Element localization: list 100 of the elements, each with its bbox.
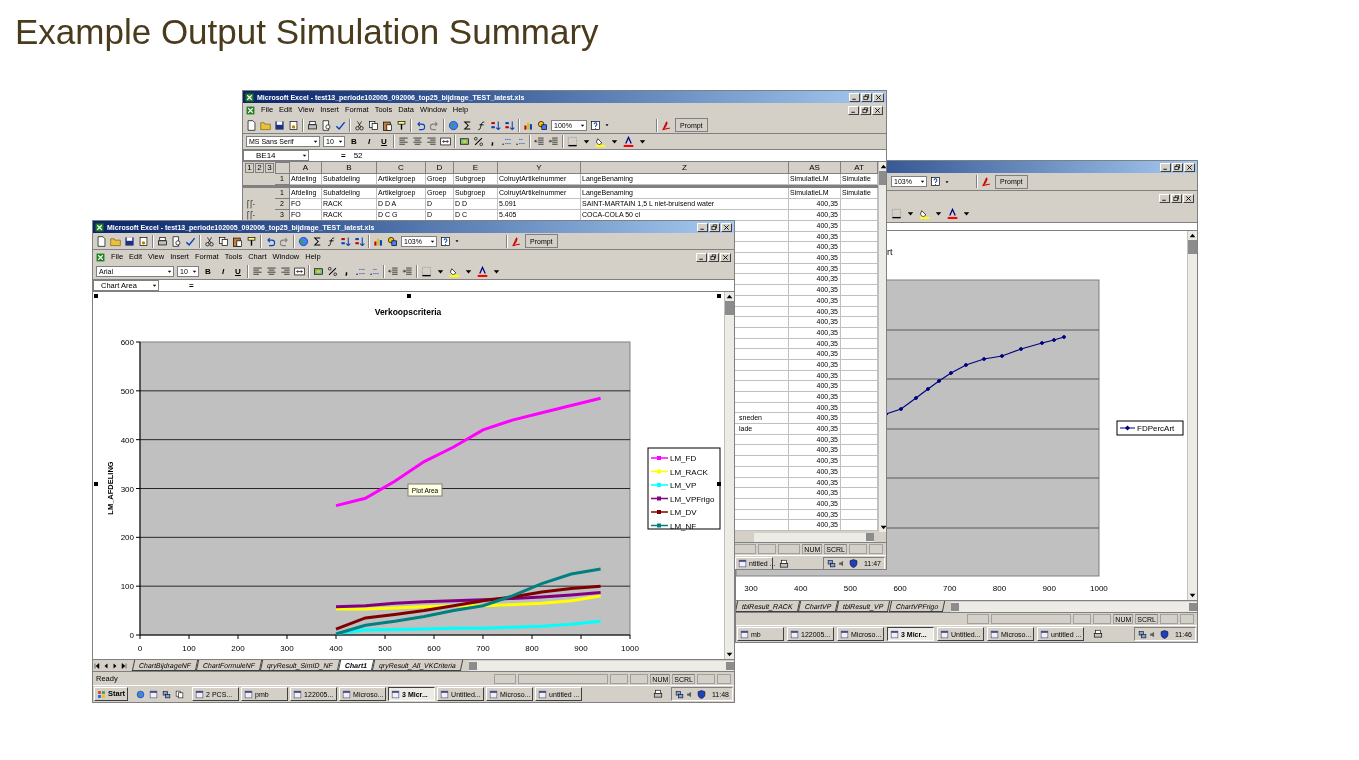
- scrollbar-thumb[interactable]: [866, 533, 874, 541]
- minimize-button[interactable]: [696, 252, 707, 262]
- swoosh-icon[interactable]: [981, 176, 992, 187]
- column-header[interactable]: AS: [789, 162, 841, 174]
- align-right-icon[interactable]: [426, 136, 437, 147]
- restore-button[interactable]: [1171, 193, 1182, 203]
- shield-icon[interactable]: [697, 689, 706, 699]
- fill-color-icon[interactable]: [449, 266, 460, 277]
- help-icon[interactable]: [590, 119, 601, 131]
- font-color-icon[interactable]: [477, 266, 488, 277]
- selection-handle[interactable]: [94, 482, 98, 486]
- increase-indent-icon[interactable]: [548, 136, 559, 147]
- font-color-icon[interactable]: [947, 208, 958, 219]
- font-color-icon[interactable]: [623, 136, 634, 147]
- currency-icon[interactable]: [313, 266, 324, 277]
- merge-icon[interactable]: [294, 266, 305, 277]
- globe-icon[interactable]: [136, 689, 146, 699]
- minimize-button[interactable]: [848, 105, 859, 115]
- swoosh-icon[interactable]: [661, 119, 672, 131]
- help-icon[interactable]: [440, 235, 451, 247]
- select-all-corner[interactable]: [275, 162, 290, 174]
- fill-color-icon[interactable]: [919, 208, 930, 219]
- network-icon[interactable]: [675, 689, 684, 699]
- program-icon[interactable]: [149, 689, 159, 699]
- align-left-icon[interactable]: [398, 136, 409, 147]
- horizontal-scrollbar[interactable]: [950, 601, 1197, 612]
- minimize-button[interactable]: [697, 222, 708, 232]
- restore-button[interactable]: [861, 92, 872, 102]
- copy-icon[interactable]: [368, 119, 379, 131]
- print-icon[interactable]: [157, 235, 168, 247]
- column-header[interactable]: B: [322, 162, 377, 174]
- spelling-icon[interactable]: [185, 235, 196, 247]
- scrollbar-thumb[interactable]: [469, 661, 478, 670]
- copy-icon[interactable]: [218, 235, 229, 247]
- globe-icon[interactable]: [448, 119, 459, 131]
- undo-icon[interactable]: [265, 235, 276, 247]
- borders-icon[interactable]: [421, 266, 432, 277]
- column-header[interactable]: Y: [498, 162, 581, 174]
- sort-ascending-icon[interactable]: [340, 235, 351, 247]
- minimize-button[interactable]: [1160, 162, 1171, 172]
- printer-icon[interactable]: [1093, 629, 1103, 639]
- horizontal-scrollbar[interactable]: [754, 532, 874, 542]
- network-icon[interactable]: [162, 689, 172, 699]
- selection-handle[interactable]: [407, 294, 411, 298]
- column-header[interactable]: D: [426, 162, 454, 174]
- align-left-icon[interactable]: [252, 266, 263, 277]
- bold-button[interactable]: B: [202, 265, 214, 278]
- scrollbar-thumb[interactable]: [1189, 602, 1197, 611]
- shield-icon[interactable]: [849, 559, 858, 568]
- align-center-icon[interactable]: [412, 136, 423, 147]
- first-icon[interactable]: [93, 661, 101, 670]
- permission-icon[interactable]: [288, 119, 299, 131]
- column-header[interactable]: E: [454, 162, 498, 174]
- scrollbar-thumb[interactable]: [879, 171, 886, 185]
- column-header[interactable]: A: [290, 162, 322, 174]
- underline-button[interactable]: U: [378, 135, 390, 148]
- globe-icon[interactable]: [298, 235, 309, 247]
- next-icon[interactable]: [111, 661, 119, 670]
- name-box[interactable]: BE14: [243, 150, 309, 161]
- bold-button[interactable]: B: [348, 135, 360, 148]
- cut-icon[interactable]: [204, 235, 215, 247]
- column-header[interactable]: Z: [581, 162, 789, 174]
- sort-ascending-icon[interactable]: [490, 119, 501, 131]
- vertical-scrollbar[interactable]: [878, 162, 886, 532]
- cut-icon[interactable]: [354, 119, 365, 131]
- outline-level-button[interactable]: 3: [265, 163, 274, 173]
- paste-icon[interactable]: [232, 235, 243, 247]
- paste-icon[interactable]: [382, 119, 393, 131]
- italic-button[interactable]: I: [217, 265, 229, 278]
- scrollbar-thumb[interactable]: [725, 301, 734, 315]
- drawing-icon[interactable]: [387, 235, 398, 247]
- horizontal-scrollbar[interactable]: [469, 660, 734, 671]
- save-icon[interactable]: [274, 119, 285, 131]
- sum-icon[interactable]: [462, 119, 473, 131]
- decrease-decimal-icon[interactable]: [369, 266, 380, 277]
- vertical-scrollbar[interactable]: [1187, 231, 1197, 600]
- underline-button[interactable]: U: [232, 265, 244, 278]
- close-button[interactable]: [873, 92, 884, 102]
- restore-button[interactable]: [860, 105, 871, 115]
- prev-icon[interactable]: [102, 661, 110, 670]
- decrease-decimal-icon[interactable]: [515, 136, 526, 147]
- close-button[interactable]: [721, 222, 732, 232]
- vertical-scrollbar[interactable]: [724, 292, 734, 659]
- scrollbar-thumb[interactable]: [1188, 240, 1197, 254]
- new-file-icon[interactable]: [246, 119, 257, 131]
- save-icon[interactable]: [124, 235, 135, 247]
- network-icon[interactable]: [1138, 629, 1147, 639]
- currency-icon[interactable]: [459, 136, 470, 147]
- network-icon[interactable]: [827, 559, 836, 568]
- close-button[interactable]: [872, 105, 883, 115]
- print-icon[interactable]: [307, 119, 318, 131]
- borders-icon[interactable]: [891, 208, 902, 219]
- selection-handle[interactable]: [717, 482, 721, 486]
- function-icon[interactable]: [326, 235, 337, 247]
- column-header[interactable]: C: [377, 162, 426, 174]
- selection-handle[interactable]: [94, 294, 98, 298]
- sum-icon[interactable]: [312, 235, 323, 247]
- undo-icon[interactable]: [415, 119, 426, 131]
- help-icon[interactable]: [930, 176, 941, 187]
- borders-icon[interactable]: [567, 136, 578, 147]
